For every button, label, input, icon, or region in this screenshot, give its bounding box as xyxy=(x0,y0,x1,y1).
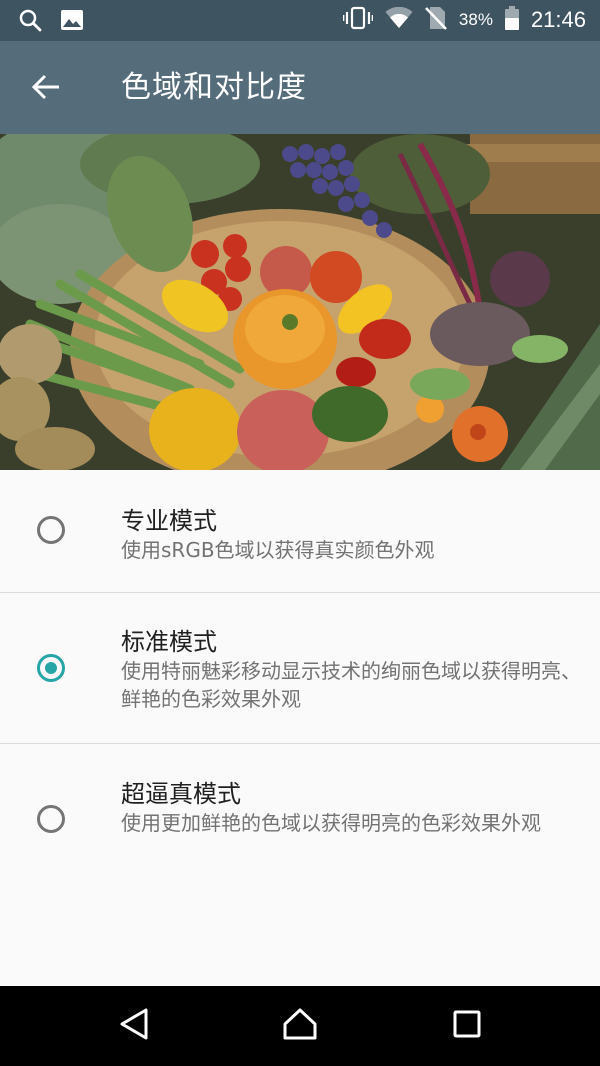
option-description: 使用特丽魅彩移动显示技术的绚丽色域以获得明亮、鲜艳的色彩效果外观 xyxy=(121,659,581,711)
radio-button-unchecked[interactable] xyxy=(37,805,65,833)
status-bar: 38% 21:46 xyxy=(0,0,600,41)
clock: 21:46 xyxy=(530,7,586,32)
wifi-icon xyxy=(385,6,413,33)
option-standard-mode[interactable]: 标准模式 使用特丽魅彩移动显示技术的绚丽色域以获得明亮、鲜艳的色彩效果外观 xyxy=(0,593,600,744)
recents-square-icon xyxy=(452,1009,482,1043)
vibrate-icon xyxy=(342,6,374,34)
no-sim-icon xyxy=(425,6,447,34)
option-title: 标准模式 xyxy=(121,628,217,656)
option-title: 超逼真模式 xyxy=(121,780,241,808)
back-triangle-icon xyxy=(118,1007,150,1045)
nav-back-button[interactable] xyxy=(108,1000,160,1052)
hero-image xyxy=(0,134,600,470)
search-icon xyxy=(18,8,42,36)
vegetables-basket-photo xyxy=(0,134,600,470)
image-icon xyxy=(60,9,84,35)
back-button[interactable] xyxy=(22,65,70,113)
arrow-back-icon xyxy=(31,74,61,104)
app-bar: 色域和对比度 xyxy=(0,41,600,134)
option-super-vivid-mode[interactable]: 超逼真模式 使用更加鲜艳的色域以获得明亮的色彩效果外观 xyxy=(0,744,600,894)
option-description: 使用sRGB色域以获得真实颜色外观 xyxy=(121,538,435,562)
display-mode-options: 专业模式 使用sRGB色域以获得真实颜色外观 标准模式 使用特丽魅彩移动显示技术… xyxy=(0,470,600,894)
option-title: 专业模式 xyxy=(121,507,217,535)
battery-percent: 38% xyxy=(458,10,493,29)
battery-icon xyxy=(504,6,519,34)
navigation-bar xyxy=(0,986,600,1066)
option-description: 使用更加鲜艳的色域以获得明亮的色彩效果外观 xyxy=(121,811,541,835)
radio-button-checked[interactable] xyxy=(37,654,65,682)
nav-home-button[interactable] xyxy=(274,1000,326,1052)
option-professional-mode[interactable]: 专业模式 使用sRGB色域以获得真实颜色外观 xyxy=(0,470,600,593)
page-title: 色域和对比度 xyxy=(121,70,307,105)
home-icon xyxy=(282,1007,318,1045)
nav-recents-button[interactable] xyxy=(441,1000,493,1052)
radio-button-unchecked[interactable] xyxy=(37,516,65,544)
